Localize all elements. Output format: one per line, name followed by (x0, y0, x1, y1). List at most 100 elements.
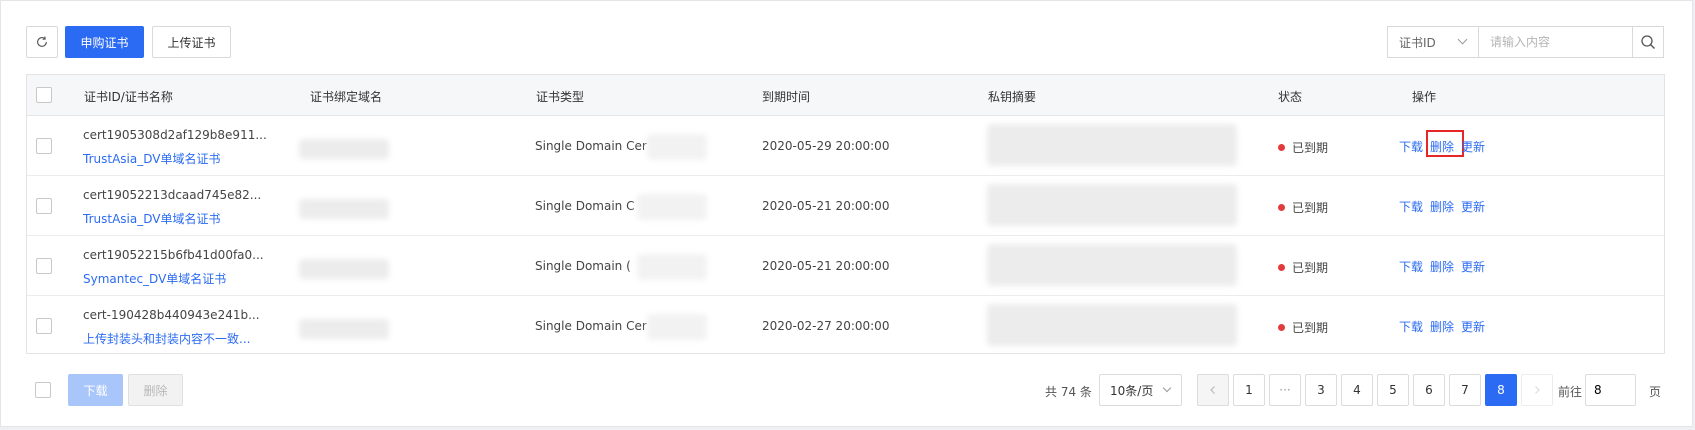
table-row: cert1905308d2af129b8e911... TrustAsia_DV… (27, 116, 1664, 176)
cert-type: Single Domain Cer (535, 139, 647, 153)
cert-name-link[interactable]: Symantec_DV单域名证书 (83, 270, 226, 287)
renew-link[interactable]: 更新 (1461, 318, 1485, 335)
redacted-domain (299, 319, 389, 339)
table-header: 证书ID/证书名称 证书绑定域名 证书类型 到期时间 私钥摘要 状态 操作 (27, 75, 1664, 116)
search-field-value: 证书ID (1399, 35, 1436, 50)
expiry-time: 2020-02-27 20:00:00 (762, 319, 890, 333)
page-size-value: 10条/页 (1110, 383, 1154, 398)
status-badge: 已到期 (1278, 139, 1328, 156)
redacted-key-digest (987, 124, 1237, 166)
certificate-table: 证书ID/证书名称 证书绑定域名 证书类型 到期时间 私钥摘要 状态 操作 ce… (26, 74, 1665, 354)
status-dot (1278, 144, 1285, 151)
redacted-type (647, 134, 707, 160)
status-badge: 已到期 (1278, 259, 1328, 276)
chevron-right-icon (1535, 386, 1540, 394)
next-page-button[interactable] (1521, 374, 1553, 406)
redacted-type (647, 314, 707, 340)
expiry-time: 2020-05-29 20:00:00 (762, 139, 890, 153)
cert-type: Single Domain ( (535, 259, 631, 273)
buy-certificate-button[interactable]: 申购证书 (65, 26, 144, 58)
total-count: 共 74 条 (1045, 385, 1092, 399)
header-id-name: 证书ID/证书名称 (84, 90, 173, 104)
status-dot (1278, 204, 1285, 211)
redacted-domain (299, 199, 389, 219)
row-checkbox[interactable] (36, 318, 52, 334)
redacted-key-digest (987, 244, 1237, 286)
redacted-type (637, 254, 707, 280)
download-link[interactable]: 下载 (1399, 138, 1423, 155)
download-link[interactable]: 下载 (1399, 318, 1423, 335)
chevron-down-icon (1457, 34, 1468, 45)
page-size-select[interactable]: 10条/页 (1099, 374, 1182, 406)
chevron-left-icon (1210, 386, 1215, 394)
status-dot (1278, 264, 1285, 271)
search-button[interactable] (1632, 26, 1664, 58)
cert-name-link[interactable]: TrustAsia_DV单域名证书 (83, 210, 220, 227)
status-badge: 已到期 (1278, 199, 1328, 216)
batch-delete-button[interactable]: 删除 (128, 374, 183, 406)
delete-link[interactable]: 删除 (1430, 258, 1454, 275)
table-row: cert-190428b440943e241b... 上传封装头和封装内容不一致… (27, 296, 1664, 356)
row-checkbox[interactable] (36, 138, 52, 154)
delete-link[interactable]: 删除 (1430, 198, 1454, 215)
header-key-digest: 私钥摘要 (988, 90, 1037, 104)
delete-link[interactable]: 删除 (1430, 318, 1454, 335)
header-actions: 操作 (1412, 90, 1437, 104)
status-dot (1278, 324, 1285, 331)
search-input[interactable] (1478, 26, 1633, 58)
status-text: 已到期 (1292, 321, 1329, 335)
cert-name-link[interactable]: 上传封装头和封装内容不一致... (83, 330, 250, 347)
goto-page-input[interactable] (1585, 374, 1636, 406)
cert-type: Single Domain Cer (535, 319, 647, 333)
cert-id: cert19052213dcaad745e82... (83, 188, 262, 202)
redacted-domain (299, 259, 389, 279)
prev-page-button[interactable] (1197, 374, 1229, 406)
page-suffix: 页 (1649, 385, 1662, 399)
header-expiry: 到期时间 (762, 90, 811, 104)
select-all-checkbox[interactable] (36, 87, 52, 103)
renew-link[interactable]: 更新 (1461, 258, 1485, 275)
footer-select-all-checkbox[interactable] (35, 382, 51, 398)
page-button-7[interactable]: 7 (1449, 374, 1481, 406)
status-text: 已到期 (1292, 141, 1329, 155)
page-button-6[interactable]: 6 (1413, 374, 1445, 406)
cert-id: cert1905308d2af129b8e911... (83, 128, 267, 142)
redacted-key-digest (987, 304, 1237, 346)
goto-label: 前往 (1558, 385, 1583, 399)
cert-id: cert19052215b6fb41d00fa0... (83, 248, 264, 262)
certificate-panel: 申购证书 上传证书 证书ID 证书ID/证书名称 证书绑定域名 证书类型 到期时… (0, 0, 1693, 427)
page-button-4[interactable]: 4 (1341, 374, 1373, 406)
download-link[interactable]: 下载 (1399, 198, 1423, 215)
header-domain: 证书绑定域名 (310, 90, 383, 104)
refresh-icon (37, 36, 47, 47)
download-link[interactable]: 下载 (1399, 258, 1423, 275)
refresh-button[interactable] (26, 26, 58, 58)
renew-link[interactable]: 更新 (1461, 138, 1485, 155)
page-button-5[interactable]: 5 (1377, 374, 1409, 406)
renew-link[interactable]: 更新 (1461, 198, 1485, 215)
row-checkbox[interactable] (36, 198, 52, 214)
cert-id: cert-190428b440943e241b... (83, 308, 260, 322)
header-type: 证书类型 (536, 90, 585, 104)
page-button-1[interactable]: 1 (1233, 374, 1265, 406)
page-button-3[interactable]: 3 (1305, 374, 1337, 406)
expiry-time: 2020-05-21 20:00:00 (762, 199, 890, 213)
header-status: 状态 (1278, 90, 1303, 104)
search-icon (1641, 35, 1655, 49)
batch-download-button[interactable]: 下载 (68, 374, 123, 406)
page-button-8-current[interactable]: 8 (1485, 374, 1517, 406)
search-field-select[interactable]: 证书ID (1387, 26, 1478, 58)
status-badge: 已到期 (1278, 319, 1328, 336)
status-text: 已到期 (1292, 261, 1329, 275)
table-row: cert19052213dcaad745e82... TrustAsia_DV单… (27, 176, 1664, 236)
delete-highlight-box (1426, 130, 1464, 157)
table-row: cert19052215b6fb41d00fa0... Symantec_DV单… (27, 236, 1664, 296)
cert-name-link[interactable]: TrustAsia_DV单域名证书 (83, 150, 220, 167)
status-text: 已到期 (1292, 201, 1329, 215)
upload-certificate-button[interactable]: 上传证书 (152, 26, 231, 58)
row-checkbox[interactable] (36, 258, 52, 274)
cert-type: Single Domain C (535, 199, 635, 213)
redacted-domain (299, 139, 389, 159)
chevron-down-icon (1162, 383, 1172, 393)
page-ellipsis[interactable]: ··· (1269, 374, 1301, 406)
